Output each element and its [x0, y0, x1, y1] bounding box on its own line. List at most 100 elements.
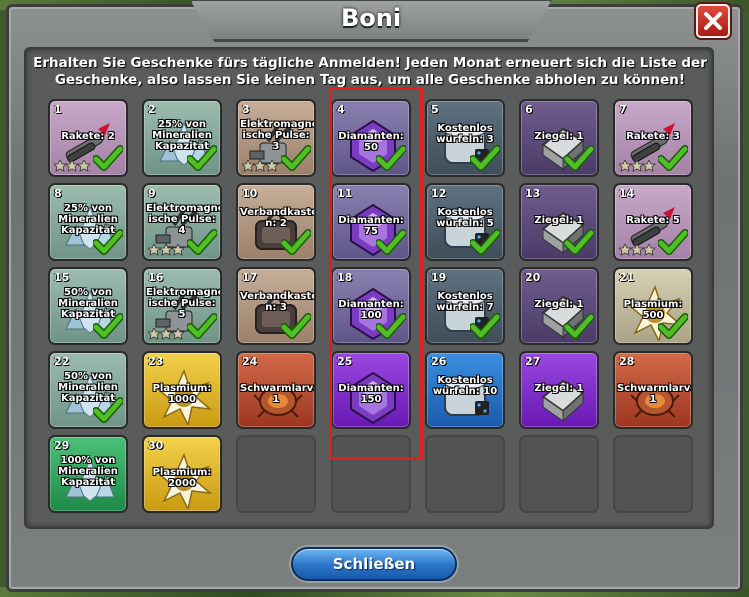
reward-tile-day-22[interactable]: 22 50% von Mineralien Kapazität — [48, 351, 128, 429]
rank-stars-icon — [619, 244, 656, 256]
info-text: Erhalten Sie Geschenke fürs tägliche Anm… — [33, 55, 707, 88]
reward-label: Rakete: 2 — [61, 131, 115, 142]
reward-label: Schwarmlarve: 1 — [617, 383, 693, 405]
dialog-title: Boni — [340, 4, 402, 32]
reward-label: Ziegel: 1 — [534, 383, 584, 394]
day-number: 24 — [242, 355, 258, 368]
reward-tile-day-30[interactable]: 30 Plasmium: 2000 — [142, 435, 222, 513]
checkmark-icon — [93, 397, 123, 423]
checkmark-icon — [564, 229, 594, 255]
rank-stars-icon — [148, 244, 185, 256]
day-number: 14 — [619, 187, 635, 200]
reward-label: Rakete: 3 — [626, 131, 680, 142]
day-number: 8 — [54, 187, 62, 200]
reward-label: Ziegel: 1 — [534, 131, 584, 142]
day-number: 13 — [525, 187, 541, 200]
reward-tile-day-19[interactable]: 19 Kostenlos würfeln: 7 — [425, 267, 505, 345]
reward-label: Schwarmlarve: 1 — [240, 383, 316, 405]
day-number: 10 — [242, 187, 258, 200]
day-number: 27 — [525, 355, 541, 368]
reward-tile-day-27[interactable]: 27 Ziegel: 1 — [519, 351, 599, 429]
reward-tile-day-10[interactable]: 10 Verbandkaste n: 2 — [236, 183, 316, 261]
checkmark-icon — [93, 229, 123, 255]
day-number: 28 — [619, 355, 635, 368]
checkmark-icon — [470, 313, 500, 339]
reward-tile-day-1[interactable]: 1 Rakete: 2 — [48, 99, 128, 177]
checkmark-icon — [93, 145, 123, 171]
reward-label: Verbandkaste n: 2 — [240, 207, 316, 229]
reward-tile-day-29[interactable]: 29 100% von Mineralien Kapazität — [48, 435, 128, 513]
checkmark-icon — [281, 313, 311, 339]
checkmark-icon — [470, 145, 500, 171]
reward-tile-day-3[interactable]: 3 Elektromagnet ische Pulse: 3 — [236, 99, 316, 177]
close-x-button[interactable] — [696, 4, 730, 38]
reward-tile-day-26[interactable]: 26 Kostenlos würfeln: 10 — [425, 351, 505, 429]
reward-tile-day-17[interactable]: 17 Verbandkaste n: 3 — [236, 267, 316, 345]
reward-tile-day-28[interactable]: 28 Schwarmlarve: 1 — [613, 351, 693, 429]
reward-tile-day-2[interactable]: 2 25% von Mineralien Kapazität — [142, 99, 222, 177]
reward-label: Rakete: 5 — [626, 215, 680, 226]
day-number: 7 — [619, 103, 627, 116]
day-number: 26 — [431, 355, 447, 368]
checkmark-icon — [187, 145, 217, 171]
reward-label: Verbandkaste n: 3 — [240, 291, 316, 313]
day-number: 3 — [242, 103, 250, 116]
reward-tile-day-23[interactable]: 23 Plasmium: 1000 — [142, 351, 222, 429]
empty-slot — [236, 435, 316, 513]
checkmark-icon — [281, 145, 311, 171]
day-number: 19 — [431, 271, 447, 284]
reward-tile-day-13[interactable]: 13 Ziegel: 1 — [519, 183, 599, 261]
reward-label: Plasmium: 1000 — [152, 383, 212, 405]
rank-stars-icon — [54, 160, 91, 172]
reward-tile-day-14[interactable]: 14 Rakete: 5 — [613, 183, 693, 261]
close-x-icon — [704, 12, 722, 30]
close-button[interactable]: Schließen — [291, 547, 457, 581]
day-number: 29 — [54, 439, 70, 452]
reward-tile-day-7[interactable]: 7 Rakete: 3 — [613, 99, 693, 177]
reward-tile-day-20[interactable]: 20 Ziegel: 1 — [519, 267, 599, 345]
reward-label: Ziegel: 1 — [534, 299, 584, 310]
rank-stars-icon — [619, 160, 656, 172]
checkmark-icon — [187, 229, 217, 255]
reward-label: Plasmium: 2000 — [152, 467, 212, 489]
empty-slot — [425, 435, 505, 513]
day-number: 9 — [148, 187, 156, 200]
day-number: 16 — [148, 271, 164, 284]
reward-tile-day-9[interactable]: 9 Elektromagnet ische Pulse: 4 — [142, 183, 222, 261]
day-number: 2 — [148, 103, 156, 116]
day-number: 15 — [54, 271, 70, 284]
checkmark-icon — [564, 145, 594, 171]
reward-label: Kostenlos würfeln: 10 — [432, 375, 498, 397]
reward-tile-day-6[interactable]: 6 Ziegel: 1 — [519, 99, 599, 177]
reward-tile-day-15[interactable]: 15 50% von Mineralien Kapazität — [48, 267, 128, 345]
reward-tile-day-8[interactable]: 8 25% von Mineralien Kapazität — [48, 183, 128, 261]
day-number: 12 — [431, 187, 447, 200]
day-number: 21 — [619, 271, 635, 284]
brick-icon — [541, 379, 585, 423]
reward-tile-day-16[interactable]: 16 Elektromagnet ische Pulse: 5 — [142, 267, 222, 345]
reward-tile-day-24[interactable]: 24 Schwarmlarve: 1 — [236, 351, 316, 429]
day-number: 17 — [242, 271, 258, 284]
reward-label: Kostenlos würfeln: 5 — [436, 207, 494, 229]
highlight-frame — [329, 87, 423, 460]
reward-tile-day-5[interactable]: 5 Kostenlos würfeln: 3 — [425, 99, 505, 177]
day-number: 30 — [148, 439, 164, 452]
day-number: 1 — [54, 103, 62, 116]
rank-stars-icon — [242, 160, 279, 172]
checkmark-icon — [187, 313, 217, 339]
reward-label: 100% von Mineralien Kapazität — [58, 455, 118, 488]
checkmark-icon — [658, 145, 688, 171]
rank-stars-icon — [148, 328, 185, 340]
day-number: 20 — [525, 271, 541, 284]
reward-tile-day-21[interactable]: 21 Plasmium: 500 — [613, 267, 693, 345]
checkmark-icon — [564, 313, 594, 339]
checkmark-icon — [658, 229, 688, 255]
day-number: 23 — [148, 355, 164, 368]
checkmark-icon — [281, 229, 311, 255]
reward-label: Kostenlos würfeln: 7 — [436, 291, 494, 313]
checkmark-icon — [93, 313, 123, 339]
day-number: 5 — [431, 103, 439, 116]
reward-tile-day-12[interactable]: 12 Kostenlos würfeln: 5 — [425, 183, 505, 261]
empty-slot — [519, 435, 599, 513]
day-number: 22 — [54, 355, 70, 368]
